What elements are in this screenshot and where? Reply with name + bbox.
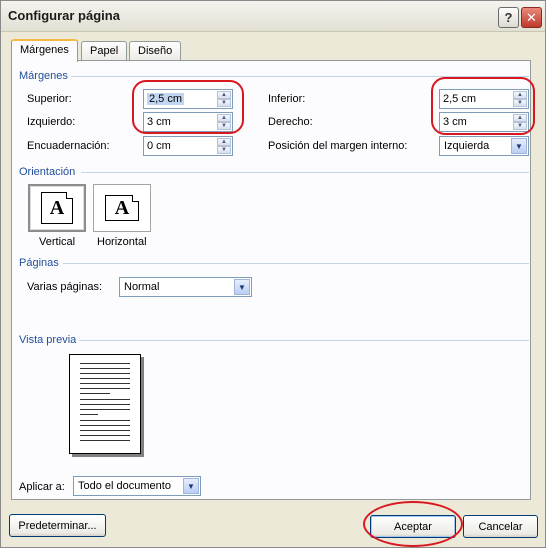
chevron-down-icon[interactable]: ▼ (234, 279, 250, 295)
inferior-label: Inferior: (268, 93, 306, 105)
window-title: Configurar página (8, 8, 120, 23)
encuadernacion-spin[interactable]: 0 cm ▲ ▼ (143, 136, 233, 156)
apply-to-select[interactable]: Todo el documento ▼ (73, 476, 201, 496)
preview-divider (79, 340, 529, 341)
multiple-pages-value: Normal (124, 281, 160, 293)
orientation-vertical-option[interactable]: A (28, 184, 86, 232)
title-bar[interactable]: Configurar página ? ✕ (1, 1, 545, 32)
highlight-right-margins (431, 77, 535, 135)
help-icon[interactable]: ? (498, 7, 519, 28)
posicion-value: Izquierda (444, 140, 490, 152)
set-default-button[interactable]: Predeterminar... (9, 514, 106, 537)
landscape-page-icon: A (105, 195, 139, 221)
cancel-button[interactable]: Cancelar (463, 515, 538, 538)
spin-down-icon[interactable]: ▼ (217, 146, 231, 154)
posicion-select[interactable]: Izquierda ▼ (439, 136, 529, 156)
encuadernacion-value: 0 cm (147, 140, 171, 152)
orientation-divider (81, 172, 529, 173)
page-setup-dialog: Configurar página ? ✕ Márgenes Papel Dis… (0, 0, 546, 548)
spin-up-icon[interactable]: ▲ (217, 138, 231, 146)
page-preview (69, 354, 141, 454)
portrait-page-icon: A (41, 192, 73, 224)
chevron-down-icon[interactable]: ▼ (511, 138, 527, 154)
orientation-horizontal-option[interactable]: A (93, 184, 151, 232)
vertical-label: Vertical (39, 236, 76, 248)
horizontal-label: Horizontal (97, 236, 147, 248)
highlight-accept-button (363, 501, 463, 547)
derecho-label: Derecho: (268, 116, 313, 128)
superior-label: Superior: (27, 93, 72, 105)
tab-margenes[interactable]: Márgenes (11, 39, 78, 62)
pages-divider (63, 263, 529, 264)
chevron-down-icon[interactable]: ▼ (183, 478, 199, 494)
apply-to-label: Aplicar a: (19, 481, 65, 493)
highlight-left-margins (132, 80, 244, 134)
izquierdo-label: Izquierdo: (27, 116, 76, 128)
margins-group-label: Márgenes (19, 70, 68, 82)
apply-to-value: Todo el documento (78, 480, 171, 492)
tab-papel[interactable]: Papel (81, 41, 128, 61)
pages-group-label: Páginas (19, 257, 59, 269)
multiple-pages-label: Varias páginas: (27, 281, 103, 293)
posicion-label: Posición del margen interno: (268, 140, 408, 152)
close-icon[interactable]: ✕ (521, 7, 542, 28)
multiple-pages-select[interactable]: Normal ▼ (119, 277, 252, 297)
encuadernacion-label: Encuadernación: (27, 140, 110, 152)
preview-group-label: Vista previa (19, 334, 77, 346)
tab-diseno[interactable]: Diseño (129, 41, 182, 61)
orientation-group-label: Orientación (19, 166, 76, 178)
